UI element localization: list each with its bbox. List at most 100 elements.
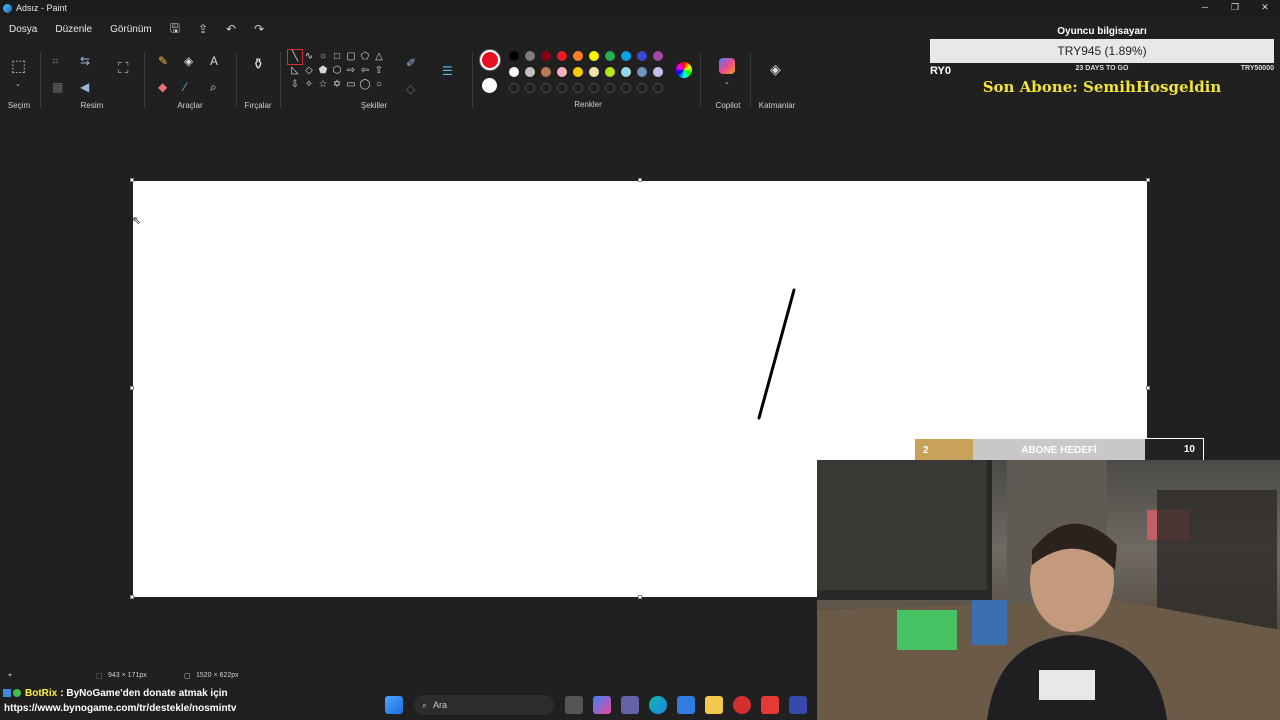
custom-color-slot[interactable] <box>589 83 599 93</box>
color-swatch[interactable] <box>637 51 647 61</box>
resize-handle[interactable] <box>130 595 134 599</box>
size-icon[interactable]: ☰ <box>442 64 453 78</box>
rectangle-shape-icon[interactable]: □ <box>330 50 344 64</box>
custom-color-slot[interactable] <box>621 83 631 93</box>
polygon-shape-icon[interactable]: ⬠ <box>358 50 372 64</box>
arrow-right-icon[interactable]: ⇨ <box>344 64 358 78</box>
menu-edit[interactable]: Düzenle <box>46 24 101 35</box>
star4-shape-icon[interactable]: ✧ <box>302 78 316 92</box>
share-icon[interactable]: ⇪ <box>189 22 217 36</box>
resize-icon[interactable]: ⇆ <box>80 54 90 68</box>
color-swatch[interactable] <box>541 51 551 61</box>
chevron-down-icon[interactable]: ⌄ <box>15 78 21 92</box>
taskbar-search[interactable]: ⌕ Ara <box>414 695 554 715</box>
primary-color[interactable] <box>480 50 500 70</box>
rotate-icon[interactable]: ◀ <box>80 80 89 94</box>
color-swatch[interactable] <box>621 51 631 61</box>
windows-start-icon[interactable] <box>385 696 403 714</box>
resize-handle[interactable] <box>1146 178 1150 182</box>
resize-handle[interactable] <box>638 595 642 599</box>
hexagon-shape-icon[interactable]: ⬡ <box>330 64 344 78</box>
custom-color-slot[interactable] <box>605 83 615 93</box>
app-l-icon[interactable] <box>789 696 807 714</box>
resize-handle[interactable] <box>638 178 642 182</box>
color-swatch[interactable] <box>653 51 663 61</box>
line-shape-icon[interactable]: ╲ <box>287 49 303 65</box>
arrow-up-icon[interactable]: ⇧ <box>372 64 386 78</box>
right-triangle-icon[interactable]: ◺ <box>288 64 302 78</box>
custom-color-slot[interactable] <box>573 83 583 93</box>
wps-icon[interactable] <box>761 696 779 714</box>
teams-icon[interactable] <box>621 696 639 714</box>
task-view-icon[interactable] <box>565 696 583 714</box>
save-icon[interactable]: 🖫 <box>161 19 189 40</box>
custom-color-slot[interactable] <box>509 83 519 93</box>
diamond-shape-icon[interactable]: ◇ <box>302 64 316 78</box>
color-swatch[interactable] <box>573 51 583 61</box>
rounded-rectangle-icon[interactable]: ▢ <box>344 50 358 64</box>
menu-file[interactable]: Dosya <box>0 24 46 35</box>
arrow-left-icon[interactable]: ⇦ <box>358 64 372 78</box>
undo-icon[interactable]: ↶ <box>217 22 245 36</box>
opera-icon[interactable] <box>733 696 751 714</box>
curve-shape-icon[interactable]: ∿ <box>302 50 316 64</box>
custom-color-slot[interactable] <box>557 83 567 93</box>
color-swatch[interactable] <box>589 67 599 77</box>
color-swatch[interactable] <box>653 67 663 77</box>
callout-oval-icon[interactable]: ◯ <box>358 78 372 92</box>
resize-handle[interactable] <box>1146 386 1150 390</box>
eraser-icon[interactable]: ◆ <box>158 80 167 94</box>
oval-shape-icon[interactable]: ○ <box>316 50 330 64</box>
color-swatch[interactable] <box>621 67 631 77</box>
custom-color-slot[interactable] <box>541 83 551 93</box>
text-icon[interactable]: A <box>210 54 218 68</box>
brush-icon[interactable]: ⚱ <box>252 57 265 72</box>
callout-rect-icon[interactable]: ▭ <box>344 78 358 92</box>
copilot-icon[interactable] <box>719 58 735 74</box>
fill-icon[interactable]: ◈ <box>184 54 193 68</box>
triangle-shape-icon[interactable]: △ <box>372 50 386 64</box>
custom-color-slot[interactable] <box>637 83 647 93</box>
color-picker-icon[interactable]: ⁄ <box>184 80 186 94</box>
maximize-button[interactable]: ❐ <box>1220 0 1250 14</box>
minimize-button[interactable]: ─ <box>1190 0 1220 14</box>
close-button[interactable]: ✕ <box>1250 0 1280 14</box>
select-rectangle-icon[interactable]: ⬚ <box>11 59 26 75</box>
color-swatch[interactable] <box>589 51 599 61</box>
color-swatch[interactable] <box>605 51 615 61</box>
fill-style-icon[interactable]: ◇ <box>406 82 415 96</box>
edge-icon[interactable] <box>649 696 667 714</box>
crop-icon[interactable]: ⌗ <box>52 54 59 68</box>
chevron-down-icon[interactable]: ⌄ <box>724 76 730 90</box>
image-select-icon[interactable]: ⛶ <box>118 61 129 76</box>
color-swatch[interactable] <box>509 67 519 77</box>
color-swatch[interactable] <box>525 67 535 77</box>
grid-icon[interactable]: ▦ <box>52 80 63 94</box>
edit-colors-icon[interactable] <box>676 62 692 78</box>
arrow-down-icon[interactable]: ⇩ <box>288 78 302 92</box>
layers-icon[interactable]: ◈ <box>770 62 781 76</box>
file-explorer-icon[interactable] <box>705 696 723 714</box>
color-swatch[interactable] <box>509 51 519 61</box>
pencil-icon[interactable]: ✎ <box>158 54 168 68</box>
store-icon[interactable] <box>677 696 695 714</box>
redo-icon[interactable]: ↷ <box>245 22 273 36</box>
color-swatch[interactable] <box>605 67 615 77</box>
custom-color-slot[interactable] <box>653 83 663 93</box>
resize-handle[interactable] <box>130 178 134 182</box>
resize-handle[interactable] <box>130 386 134 390</box>
copilot-taskbar-icon[interactable] <box>593 696 611 714</box>
callout-cloud-icon[interactable]: ○ <box>372 78 386 92</box>
color-swatch[interactable] <box>573 67 583 77</box>
color-swatch[interactable] <box>557 51 567 61</box>
menu-view[interactable]: Görünüm <box>101 24 161 35</box>
custom-color-slot[interactable] <box>525 83 535 93</box>
pentagon-shape-icon[interactable]: ⬟ <box>316 64 330 78</box>
outline-icon[interactable]: ✐ <box>406 56 416 70</box>
color-swatch[interactable] <box>637 67 647 77</box>
star6-shape-icon[interactable]: ✡ <box>330 78 344 92</box>
secondary-color[interactable] <box>482 78 497 93</box>
color-swatch[interactable] <box>557 67 567 77</box>
star5-shape-icon[interactable]: ☆ <box>316 78 330 92</box>
color-swatch[interactable] <box>525 51 535 61</box>
